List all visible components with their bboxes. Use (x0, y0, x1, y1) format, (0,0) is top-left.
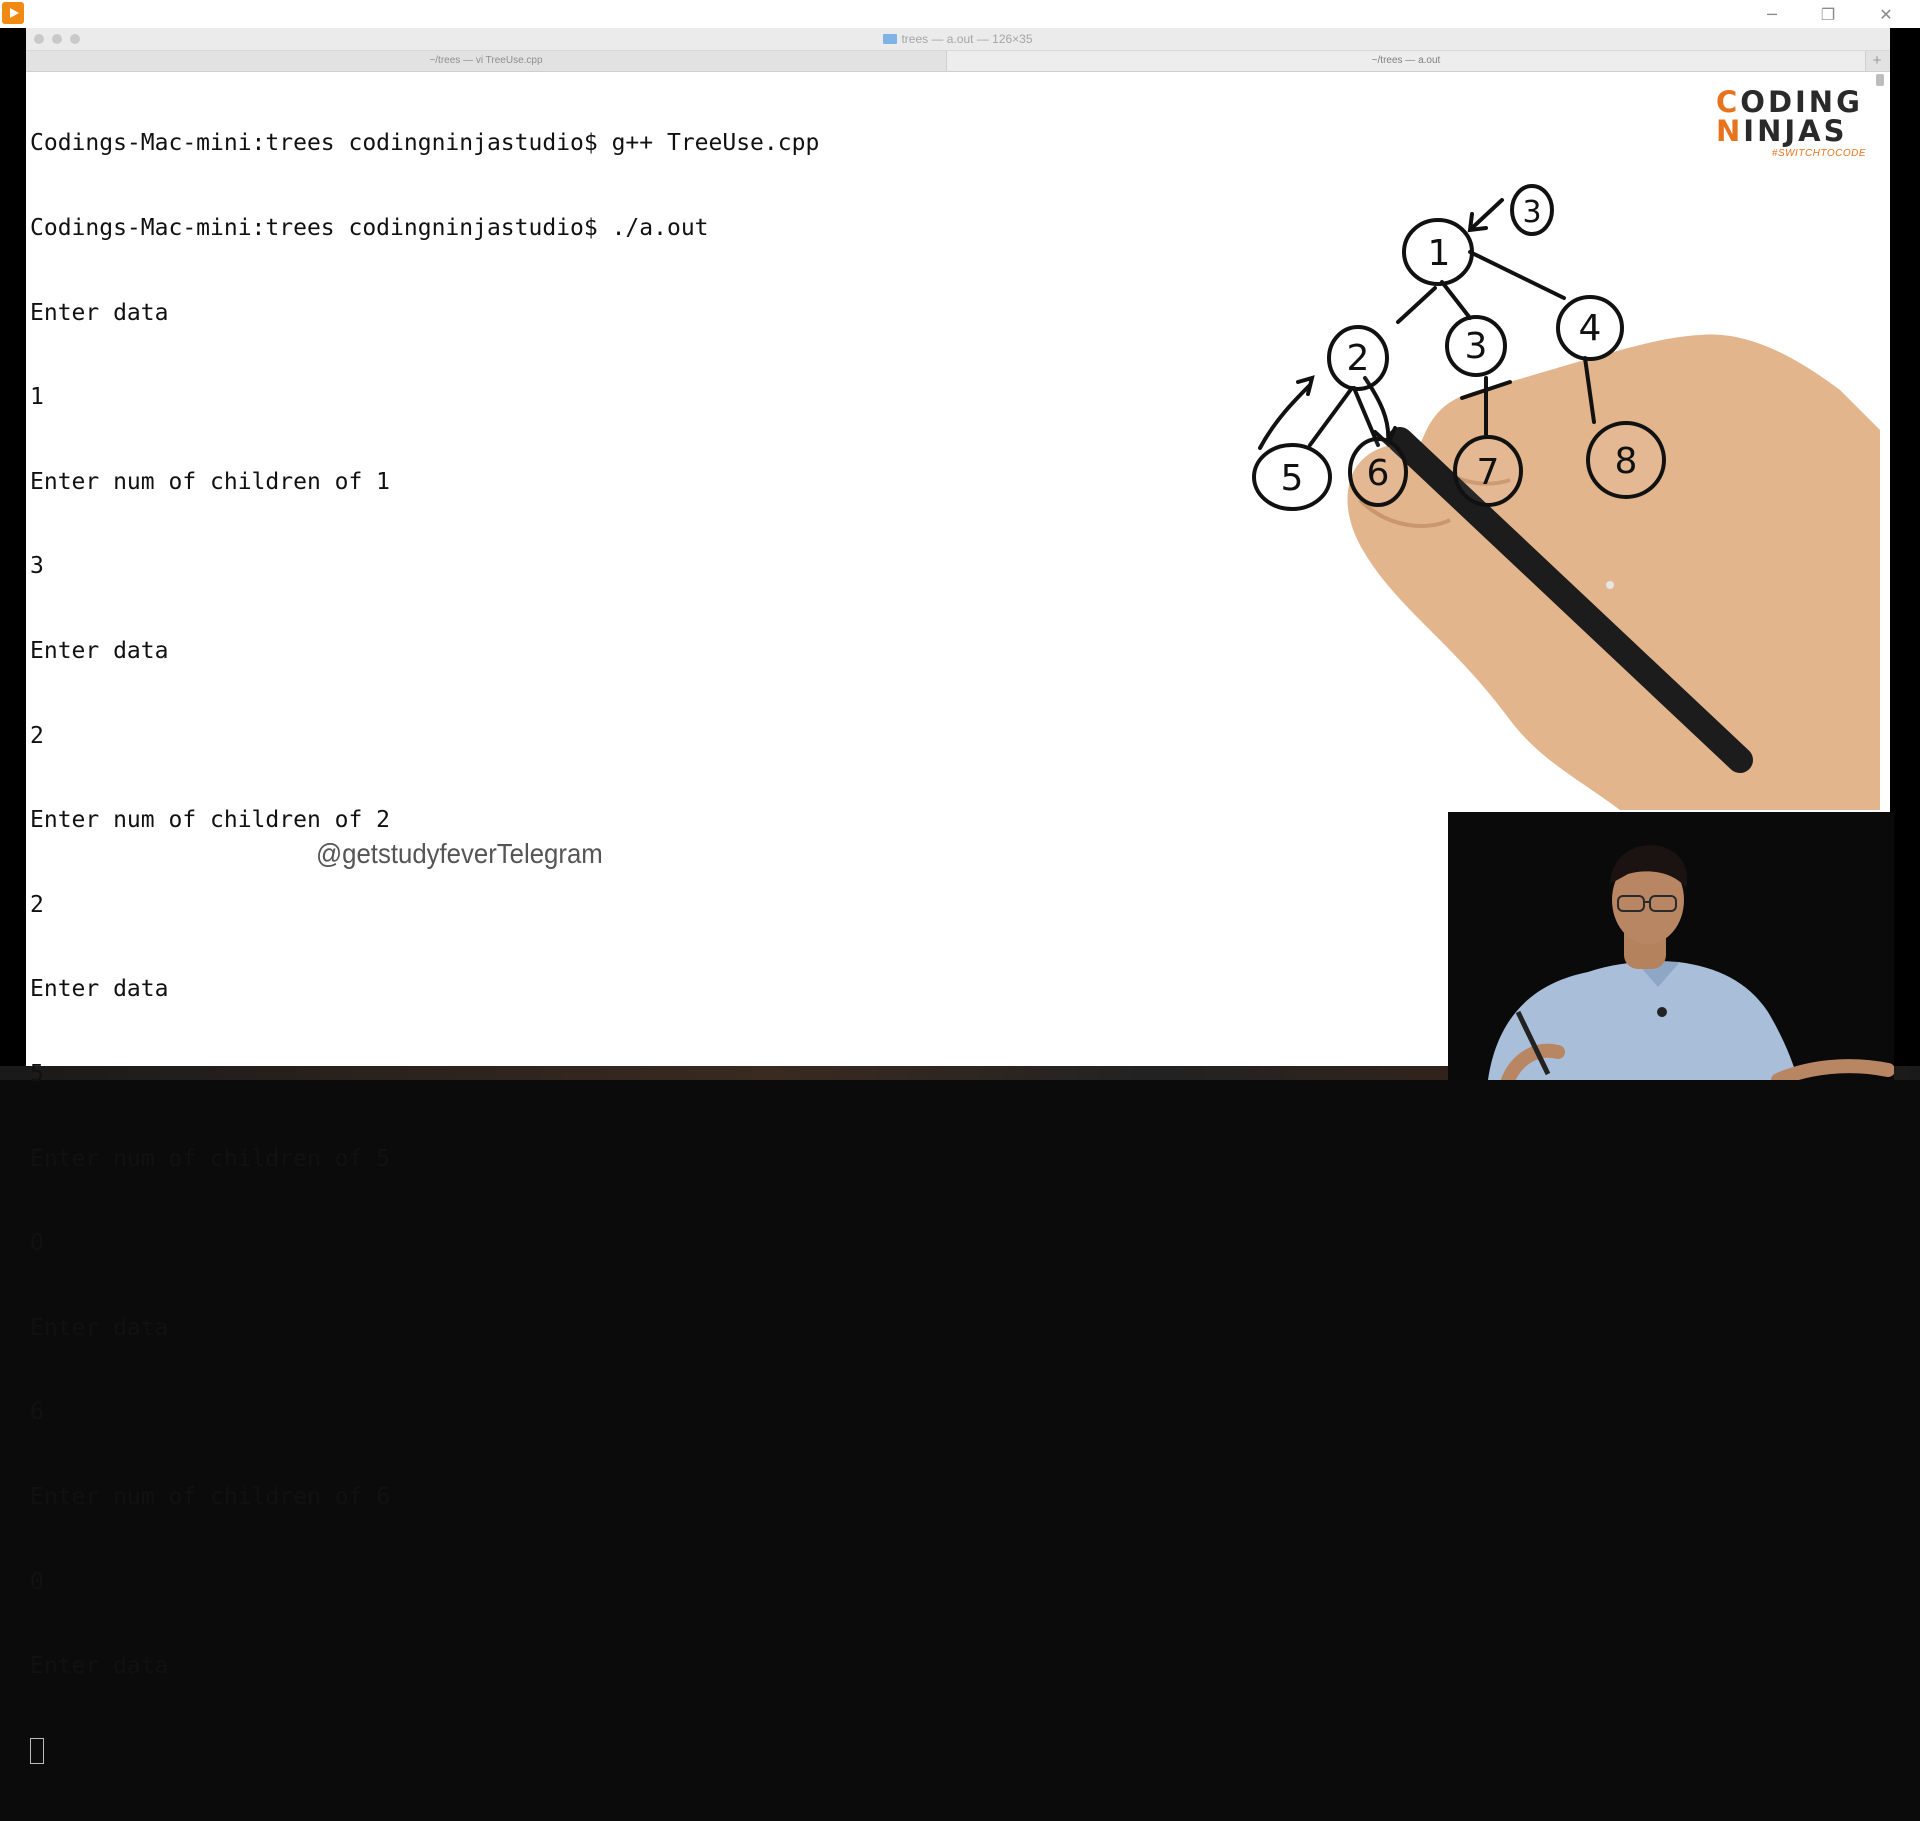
tree-edge (1396, 286, 1437, 324)
terminal-line: Codings-Mac-mini:trees codingninjastudio… (30, 130, 820, 157)
terminal-line: Enter num of children of 1 (30, 468, 391, 495)
tree-nodes (1252, 184, 1666, 511)
coding-ninjas-logo: CODING NINJAS #SWITCHTOCODE (1716, 88, 1866, 160)
presenter-webcam (1448, 812, 1894, 1080)
tree-node-label: 7 (1477, 452, 1500, 493)
terminal-prompt-line[interactable] (30, 1737, 819, 1765)
left-letterbox (0, 28, 26, 1080)
marker-highlight (1606, 581, 1614, 589)
logo-line-1: CODING (1716, 88, 1866, 117)
terminal-line: Enter num of children of 2 (30, 807, 391, 834)
player-title-bar: ─ ❐ ✕ (0, 0, 1920, 29)
terminal-line: Enter data (30, 299, 169, 326)
tree-node-label: 4 (1579, 308, 1602, 349)
logo-tagline: #SWITCHTOCODE (1771, 148, 1866, 159)
terminal-output[interactable]: Codings-Mac-mini:trees codingninjastudio… (30, 73, 819, 1821)
hand-skin (1347, 334, 1880, 810)
folder-icon (883, 34, 898, 44)
presenter-figure (1448, 812, 1894, 1080)
tree-edge (1468, 250, 1566, 300)
text-cursor (30, 1737, 44, 1764)
terminal-title-bar: trees — a.out — 126×35 (26, 28, 1890, 51)
tree-node-label: 3 (1522, 195, 1541, 230)
tree-node-label: 3 (1465, 326, 1488, 367)
traversal-arrow (1258, 383, 1312, 450)
watermark-text: @getstudyfeverTelegram (316, 838, 603, 869)
tree-sketch: 1 3 2 3 4 5 6 7 8 (1252, 184, 1880, 810)
logo-word: INJAS (1743, 114, 1848, 148)
tree-node-label: 6 (1367, 453, 1390, 494)
restore-icon[interactable]: ❐ (1808, 2, 1848, 26)
terminal-line: Enter num of children of 5 (30, 1145, 391, 1172)
right-letterbox (1890, 28, 1920, 1080)
terminal-line: Codings-Mac-mini:trees codingninjastudio… (30, 215, 709, 241)
pointer-arrow (1470, 198, 1504, 230)
tree-node-label: 8 (1615, 441, 1638, 482)
terminal-line: 5 (30, 1060, 44, 1087)
tree-node-label: 2 (1347, 338, 1370, 379)
terminal-line: 1 (30, 384, 44, 411)
terminal-line: 0 (30, 1568, 44, 1595)
logo-line-2: NINJAS (1716, 117, 1866, 146)
terminal-line: Enter data (30, 1653, 169, 1680)
terminal-line: Enter data (30, 1314, 169, 1341)
terminal-line: 0 (30, 1230, 44, 1257)
terminal-line: 2 (30, 891, 44, 918)
player-app-icon (2, 2, 24, 24)
tree-edge (1440, 280, 1472, 320)
terminal-line: 2 (30, 722, 44, 749)
minimize-icon[interactable]: ─ (1752, 2, 1792, 26)
terminal-line: Enter data (30, 976, 169, 1003)
terminal-title-text: trees — a.out — 126×35 (901, 32, 1033, 46)
terminal-line: 3 (30, 553, 44, 580)
tree-edge (1308, 386, 1354, 447)
close-icon[interactable]: ✕ (1866, 2, 1906, 26)
tree-node-label: 5 (1281, 458, 1304, 499)
tab-vi-treeuse[interactable]: ~/trees — vi TreeUse.cpp (26, 51, 947, 71)
tree-node-label: 1 (1428, 233, 1451, 274)
terminal-line: Enter data (30, 637, 169, 664)
terminal-line: Enter num of children of 6 (30, 1483, 391, 1510)
terminal-title: trees — a.out — 126×35 (26, 32, 1890, 46)
presenter-hand (1347, 334, 1880, 810)
terminal-line: 6 (30, 1399, 44, 1426)
logo-initial: N (1716, 114, 1744, 148)
